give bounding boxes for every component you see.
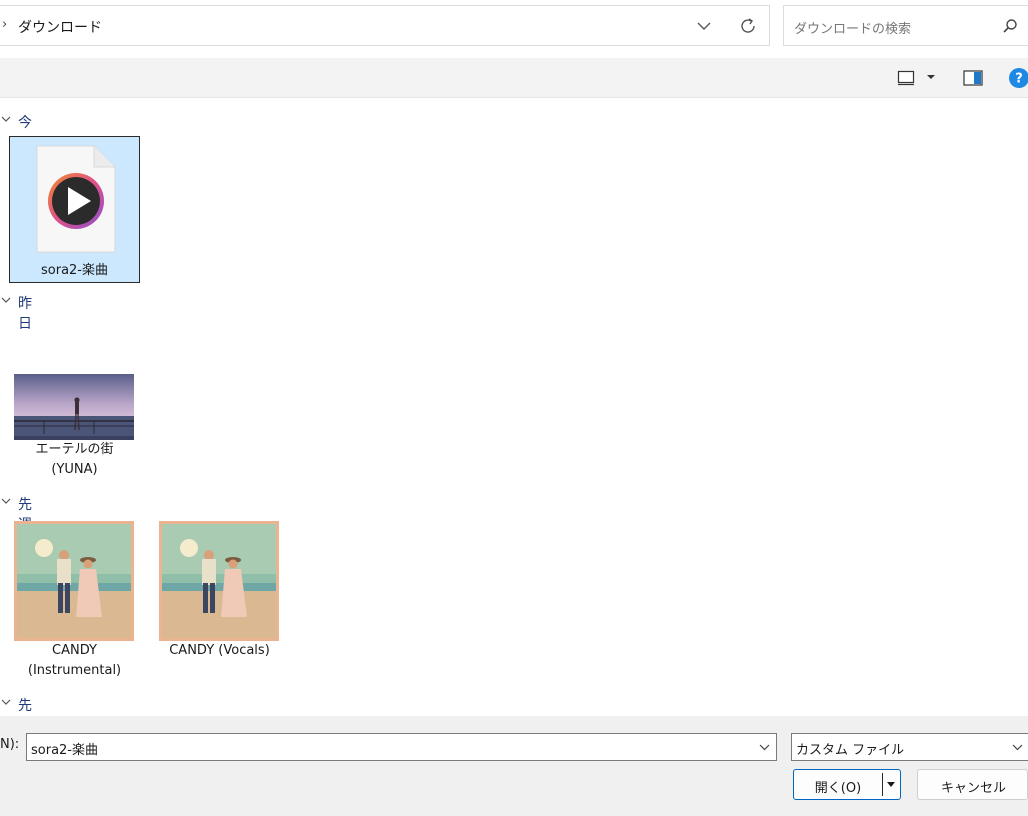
split-divider [882, 773, 883, 796]
svg-text:?: ? [1015, 72, 1023, 87]
toolbar: ? [0, 58, 1028, 98]
change-view-icon[interactable] [897, 70, 915, 86]
file-item-sora2[interactable]: sora2-楽曲 [9, 136, 140, 283]
file-type-value: カスタム ファイル [796, 743, 905, 758]
address-history-chevron-down-icon[interactable] [696, 18, 712, 34]
file-item-candy-instrumental[interactable]: CANDY (Instrumental) [9, 519, 140, 682]
open-options-caret-icon[interactable] [886, 781, 896, 789]
album-art-thumbnail [14, 521, 134, 641]
file-type-select[interactable]: カスタム ファイル [791, 733, 1028, 761]
help-icon[interactable]: ? [1008, 67, 1028, 89]
chevron-down-icon[interactable] [1012, 743, 1023, 751]
collapse-chevron-icon[interactable] [0, 696, 12, 708]
media-file-icon [36, 145, 116, 253]
dialog-footer: N): sora2-楽曲 カスタム ファイル 開く(O) キャンセル [0, 716, 1028, 816]
open-button-label: 開く(O) [814, 781, 862, 796]
collapse-chevron-icon[interactable] [0, 294, 12, 306]
preview-pane-icon[interactable] [963, 70, 983, 86]
file-item-candy-vocals[interactable]: CANDY (Vocals) [154, 519, 285, 682]
search-input[interactable]: ダウンロードの検索 [794, 18, 911, 37]
collapse-chevron-icon[interactable] [0, 113, 12, 125]
refresh-icon[interactable] [738, 16, 758, 36]
album-art-thumbnail [159, 521, 279, 641]
group-label: 昨日 [18, 296, 32, 332]
collapse-chevron-icon[interactable] [0, 495, 12, 507]
breadcrumb-chevron-icon[interactable]: › [2, 17, 7, 32]
filename-label: N): [0, 737, 20, 752]
search-icon[interactable] [1002, 18, 1018, 34]
open-button[interactable]: 開く(O) [793, 769, 901, 800]
address-row: › ダウンロード ダウンロードの検索 [0, 0, 1028, 58]
address-bar[interactable]: › ダウンロード [0, 5, 770, 46]
breadcrumb-current[interactable]: ダウンロード [18, 17, 102, 37]
file-name: CANDY (Vocals) [169, 643, 270, 658]
file-name: sora2-楽曲 [41, 263, 108, 278]
view-options-caret-icon[interactable] [926, 73, 936, 81]
file-name: CANDY (Instrumental) [27, 643, 122, 678]
image-thumbnail [14, 374, 134, 440]
cancel-button-label: キャンセル [940, 781, 1006, 796]
filename-value[interactable]: sora2-楽曲 [31, 739, 98, 758]
search-box[interactable]: ダウンロードの検索 [783, 5, 1028, 46]
file-name: エーテルの街 (YUNA) [35, 442, 114, 477]
file-item-aether[interactable]: エーテルの街 (YUNA) [9, 370, 140, 482]
cancel-button[interactable]: キャンセル [917, 769, 1028, 800]
filename-input[interactable]: sora2-楽曲 [26, 733, 777, 761]
chevron-down-icon[interactable] [759, 743, 770, 751]
